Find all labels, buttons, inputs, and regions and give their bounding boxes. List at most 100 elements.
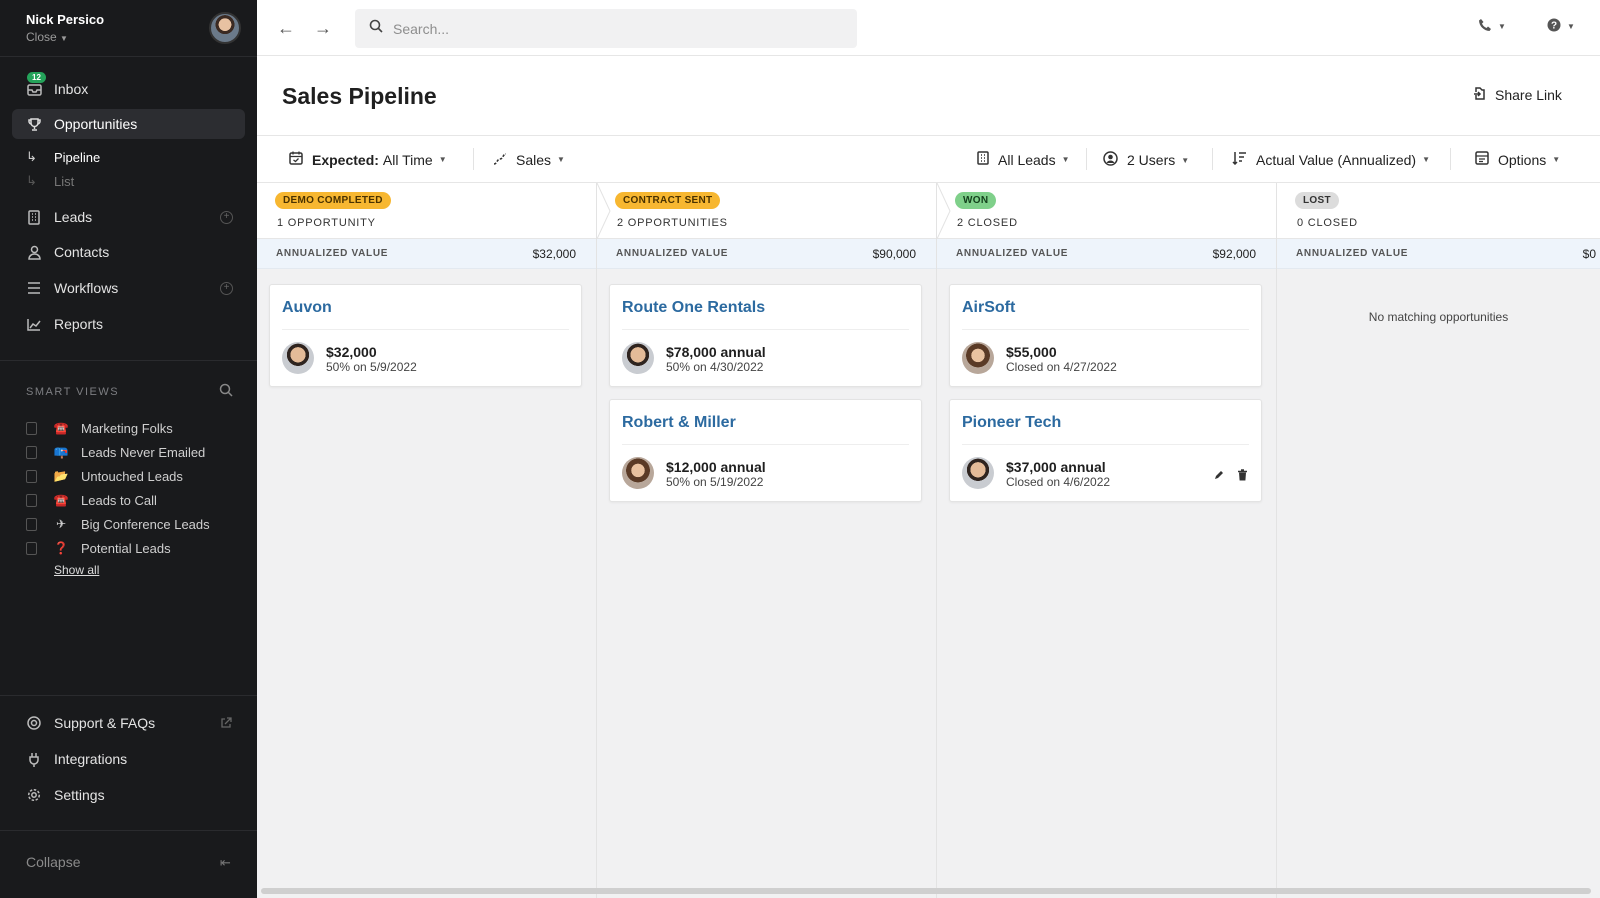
sidebar-item-reports[interactable]: Reports [12,309,245,339]
share-link-label: Share Link [1495,86,1562,103]
phone-menu[interactable]: ▼ [1478,18,1506,35]
sidebar: Nick Persico Close ▼ Inbox 12 Opportunit… [0,0,257,898]
opportunity-title[interactable]: AirSoft [962,299,1015,317]
sidebar-item-pipeline[interactable]: ↳ Pipeline [26,149,100,165]
sidebar-item-leads[interactable]: Leads + [12,202,245,232]
top-bar: ← → ▼ ? ▼ [257,0,1600,56]
add-lead-icon[interactable]: + [220,210,233,224]
opportunity-title[interactable]: Auvon [282,299,332,317]
avatar [962,342,994,374]
opportunity-title[interactable]: Route One Rentals [622,299,765,317]
search-input[interactable] [393,20,833,37]
annualized-value-row: ANNUALIZED VALUE $92,000 [937,239,1276,269]
divider [282,329,569,330]
back-arrow-icon[interactable]: ← [277,18,295,39]
opportunity-card[interactable]: Pioneer Tech $37,000 annual Closed on 4/… [949,399,1262,502]
filter-value: All Leads [998,151,1056,168]
smart-view-item[interactable]: ❓ Potential Leads [26,538,171,558]
opportunity-card[interactable]: Route One Rentals $78,000 annual 50% on … [609,284,922,387]
pipeline-icon [493,151,507,168]
opportunity-card[interactable]: AirSoft $55,000 Closed on 4/27/2022 [949,284,1262,387]
sort-filter[interactable]: Actual Value (Annualized) ▼ [1232,151,1430,168]
sidebar-item-label: Opportunities [54,116,138,132]
folder-icon: 📂 [53,469,69,483]
sidebar-item-workflows[interactable]: Workflows + [12,273,245,303]
sidebar-item-list[interactable]: ↳ List [26,173,74,189]
opportunity-title[interactable]: Robert & Miller [622,414,736,432]
opportunity-title[interactable]: Pioneer Tech [962,414,1061,432]
opportunity-card[interactable]: Robert & Miller $12,000 annual 50% on 5/… [609,399,922,502]
stage-badge: DEMO COMPLETED [275,192,391,209]
pipeline-filter[interactable]: Sales ▼ [493,151,565,168]
mailbox-icon: 📪 [53,445,69,459]
users-filter[interactable]: 2 Users ▼ [1103,151,1189,169]
sidebar-item-support[interactable]: Support & FAQs [26,712,155,734]
horizontal-scrollbar[interactable] [261,888,1591,894]
avatar [622,342,654,374]
corner-arrow-icon: ↳ [26,173,37,188]
opportunity-card[interactable]: Auvon $32,000 50% on 5/9/2022 [269,284,582,387]
document-icon [26,493,37,507]
stage-count: 0 CLOSED [1297,217,1358,229]
smart-view-label: Marketing Folks [81,420,173,436]
search-box[interactable] [355,9,857,48]
stage-chevron [596,183,611,239]
smart-view-item[interactable]: ☎️ Leads to Call [26,490,157,510]
smart-view-item[interactable]: 📪 Leads Never Emailed [26,442,205,462]
stage-count: 2 CLOSED [957,217,1018,229]
annualized-value-row: ANNUALIZED VALUE $32,000 [257,239,596,269]
empty-state-message: No matching opportunities [1368,310,1509,324]
pencil-icon[interactable] [1213,469,1225,484]
sidebar-item-label: Pipeline [54,149,101,165]
person-icon [26,244,42,260]
filter-value: 2 Users [1127,152,1176,168]
collapse-button[interactable]: Collapse [26,854,80,870]
chart-icon [26,316,42,332]
sidebar-item-integrations[interactable]: Integrations [26,748,127,770]
divider [622,329,909,330]
question-icon: ❓ [53,541,69,555]
smart-view-item[interactable]: 📂 Untouched Leads [26,466,183,486]
share-link-button[interactable]: Share Link [1473,86,1562,103]
leads-filter[interactable]: All Leads ▼ [977,151,1070,168]
filter-label: Expected: [312,151,379,168]
add-workflow-icon[interactable]: + [220,281,233,295]
options-menu[interactable]: Options ▼ [1475,151,1560,168]
stage-count: 2 OPPORTUNITIES [617,217,728,229]
show-all-link[interactable]: Show all [54,563,99,577]
avatar [282,342,314,374]
sort-icon [1232,151,1247,168]
sidebar-item-opportunities[interactable]: Opportunities [12,109,245,139]
opportunity-detail: Closed on 4/27/2022 [1006,360,1117,374]
avatar[interactable] [209,12,241,44]
sidebar-item-settings[interactable]: Settings [26,784,105,806]
annualized-value: $90,000 [872,246,916,261]
org-switcher[interactable]: Nick Persico Close ▼ [26,12,104,44]
forward-arrow-icon[interactable]: → [314,18,332,39]
column-header: LOST 0 CLOSED [1277,183,1600,239]
collapse-icon[interactable]: ⇤ [220,855,231,871]
divider [962,329,1249,330]
smart-view-item[interactable]: ✈ Big Conference Leads [26,514,210,534]
opportunity-detail: 50% on 5/19/2022 [666,475,764,489]
share-icon [1473,86,1486,103]
phone-icon [1478,18,1492,35]
main-content: ← → ▼ ? ▼ Sales Pipeline [257,0,1600,898]
document-icon [26,517,37,531]
expected-date-filter[interactable]: Expected: All Time ▼ [289,151,447,168]
help-menu[interactable]: ? ▼ [1547,18,1575,35]
divider [1450,148,1451,170]
stage-badge: WON [955,192,997,209]
search-icon[interactable] [219,383,235,399]
sidebar-item-inbox[interactable]: Inbox [12,74,245,104]
chevron-down-icon: ▼ [1422,155,1430,164]
trash-icon[interactable] [1237,469,1248,484]
sidebar-item-label: Reports [54,316,104,332]
smart-view-label: Potential Leads [81,540,171,556]
divider [962,444,1249,445]
opportunity-value: $32,000 [326,344,377,360]
smart-view-item[interactable]: ☎️ Marketing Folks [26,418,173,438]
smart-view-label: Leads to Call [81,492,157,508]
divider [473,148,474,170]
sidebar-item-contacts[interactable]: Contacts [12,237,245,267]
